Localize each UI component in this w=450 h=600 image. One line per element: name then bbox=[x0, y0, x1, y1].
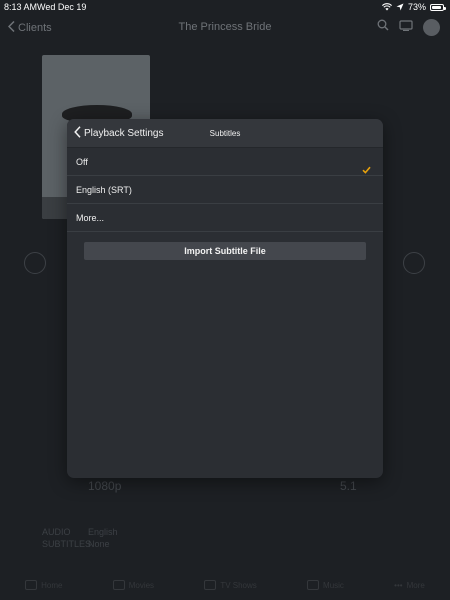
search-icon[interactable] bbox=[377, 18, 389, 36]
music-icon bbox=[307, 580, 320, 590]
more-options-button[interactable] bbox=[403, 252, 425, 274]
status-right: 73% bbox=[382, 2, 446, 12]
home-icon bbox=[25, 580, 38, 590]
battery-fill bbox=[432, 5, 441, 9]
subtitle-option-more[interactable]: More... bbox=[67, 204, 383, 232]
tab-music-label: Music bbox=[323, 580, 344, 590]
battery-icon bbox=[430, 3, 446, 11]
tab-tv-label: TV Shows bbox=[220, 580, 257, 590]
modal-header: Playback Settings Subtitles bbox=[67, 119, 383, 148]
tab-more-label: More bbox=[406, 580, 425, 590]
modal-title: Subtitles bbox=[209, 129, 241, 138]
tab-movies[interactable]: Movies bbox=[112, 580, 155, 590]
audio-row-label: AUDIO bbox=[42, 527, 71, 537]
wifi-icon bbox=[382, 3, 392, 11]
cast-icon[interactable] bbox=[399, 18, 413, 36]
subtitles-row-label: SUBTITLES bbox=[42, 539, 92, 549]
more-icon: ••• bbox=[394, 580, 403, 590]
tab-bar: Home Movies TV Shows Music ••• More bbox=[0, 570, 450, 600]
tv-icon bbox=[204, 580, 217, 590]
nav-icons bbox=[377, 18, 440, 36]
tab-home-label: Home bbox=[41, 580, 63, 590]
avatar[interactable] bbox=[423, 18, 440, 36]
status-time: 8:13 AM bbox=[4, 2, 38, 12]
import-subtitle-file-button[interactable]: Import Subtitle File bbox=[84, 242, 366, 260]
nav-bar: Clients The Princess Bride bbox=[0, 14, 450, 42]
tab-movies-label: Movies bbox=[128, 580, 155, 590]
resolution-label: 1080p bbox=[88, 479, 122, 493]
mark-watched-button[interactable] bbox=[24, 252, 46, 274]
tab-home[interactable]: Home bbox=[25, 580, 62, 590]
tab-more[interactable]: ••• More bbox=[394, 581, 425, 590]
tab-music[interactable]: Music bbox=[307, 580, 344, 590]
tab-tv-shows[interactable]: TV Shows bbox=[204, 580, 257, 590]
battery-percent: 73% bbox=[407, 2, 426, 12]
audio-row-value[interactable]: English bbox=[88, 527, 118, 537]
location-icon bbox=[396, 3, 404, 11]
subtitle-option-off[interactable]: Off bbox=[67, 148, 383, 176]
option-label: English (SRT) bbox=[76, 185, 132, 195]
option-label: Off bbox=[76, 157, 88, 167]
subtitle-option-english-srt[interactable]: English (SRT) bbox=[67, 176, 383, 204]
subtitles-row-value[interactable]: None bbox=[88, 539, 110, 549]
subtitles-modal: Playback Settings Subtitles Off English … bbox=[67, 119, 383, 478]
audio-channels-label: 5.1 bbox=[340, 479, 357, 493]
status-bar: 8:13 AM Wed Dec 19 73% bbox=[0, 0, 450, 14]
option-label: More... bbox=[76, 213, 105, 223]
movies-icon bbox=[112, 580, 125, 590]
status-date: Wed Dec 19 bbox=[37, 2, 87, 12]
